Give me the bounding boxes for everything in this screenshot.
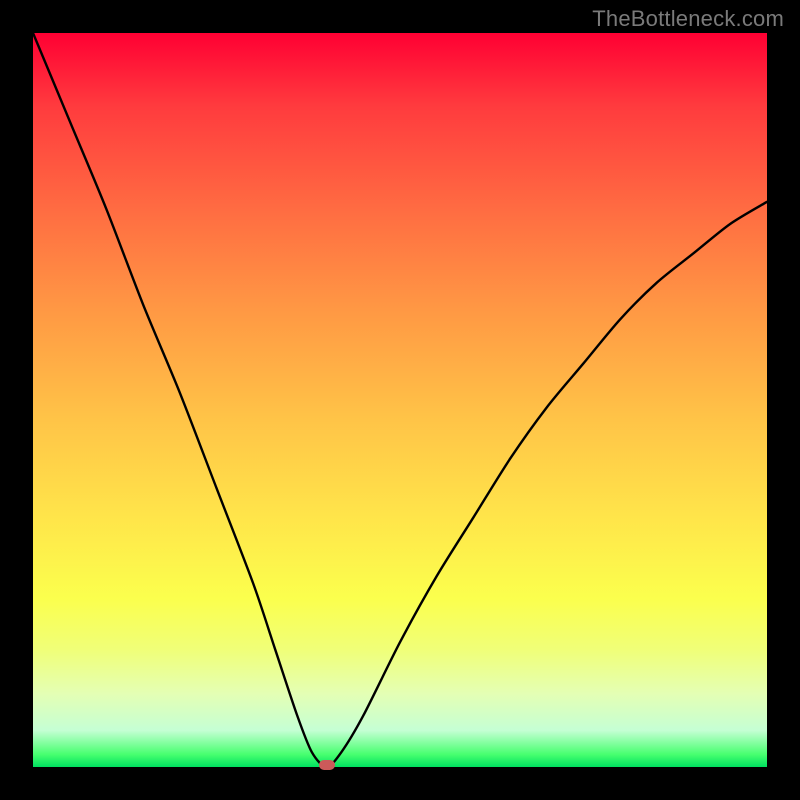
chart-frame: TheBottleneck.com xyxy=(0,0,800,800)
bottleneck-curve xyxy=(33,33,767,767)
plot-area xyxy=(33,33,767,767)
watermark-text: TheBottleneck.com xyxy=(592,6,784,32)
minimum-marker xyxy=(319,760,335,770)
